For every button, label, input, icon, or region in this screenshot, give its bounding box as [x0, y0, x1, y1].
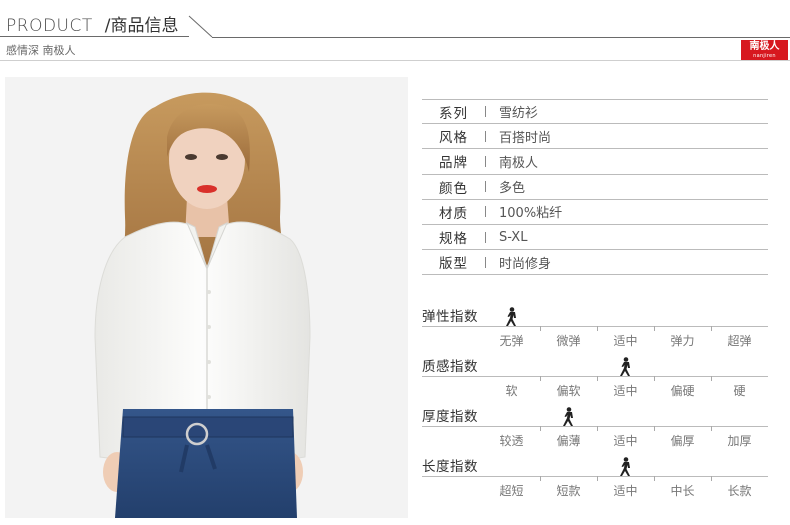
spec-separator	[485, 130, 486, 142]
index-option: 长款	[727, 484, 752, 498]
walking-figure-icon	[505, 307, 516, 326]
index-scale: 软 偏软 适中 偏硬 硬	[483, 357, 768, 400]
index-tick	[654, 426, 655, 431]
spec-row: 颜色 多色	[422, 175, 768, 200]
index-elasticity: 弹性指数 无弹 微弹 适中 弹力 超弹	[422, 305, 768, 351]
index-option: 适中	[613, 434, 638, 448]
index-title: 长度指数	[422, 459, 478, 475]
index-scale: 超短 短款 适中 中长 长款	[483, 457, 768, 500]
header-bottom-rule	[0, 60, 790, 61]
index-tick	[654, 376, 655, 381]
spec-row: 风格 百搭时尚	[422, 124, 768, 150]
index-texture: 质感指数 软 偏软 适中 偏硬 硬	[422, 355, 768, 401]
spec-separator	[485, 256, 486, 268]
index-scale: 无弹 微弹 适中 弹力 超弹	[483, 307, 768, 350]
spec-table: 系列 雪纺衫 风格 百搭时尚 品牌 南极人 颜色 多色 材质 100%粘纤 规格…	[422, 99, 768, 276]
product-photo	[5, 77, 408, 518]
spec-value: 百搭时尚	[499, 130, 552, 146]
index-tick	[711, 476, 712, 481]
index-length: 长度指数 超短 短款 适中 中长 长款	[422, 455, 768, 501]
spec-value: 时尚修身	[499, 256, 552, 272]
spec-value: 南极人	[499, 155, 539, 171]
spec-label: 颜色	[439, 180, 468, 197]
index-tick	[654, 476, 655, 481]
index-option: 偏软	[556, 384, 581, 398]
model-illustration	[94, 92, 311, 518]
index-option: 超短	[499, 484, 524, 498]
index-option: 超弹	[727, 334, 752, 348]
spec-value: S-XL	[499, 229, 528, 245]
spec-row: 品牌 南极人	[422, 149, 768, 175]
spec-separator	[485, 106, 486, 118]
index-tick	[540, 326, 541, 331]
title-chinese: /商品信息	[104, 16, 179, 36]
index-tick	[711, 326, 712, 331]
brand-logo: 南极人 nanjiren	[741, 40, 788, 60]
spec-row: 规格 S-XL	[422, 225, 768, 251]
spec-row: 材质 100%粘纤	[422, 200, 768, 225]
walking-figure-icon	[619, 457, 630, 476]
index-tick	[540, 376, 541, 381]
index-tick	[597, 476, 598, 481]
walking-figure-icon	[562, 407, 573, 426]
spec-separator	[485, 181, 486, 193]
spec-row: 版型 时尚修身	[422, 250, 768, 276]
spec-label: 规格	[439, 231, 468, 248]
index-option: 短款	[556, 484, 581, 498]
index-option: 适中	[613, 484, 638, 498]
index-option: 微弹	[556, 334, 581, 348]
index-option: 软	[505, 384, 518, 398]
index-scale: 较透 偏薄 适中 偏厚 加厚	[483, 407, 768, 450]
index-tick	[654, 326, 655, 331]
header-rule-left	[0, 36, 189, 37]
index-option: 弹力	[670, 334, 695, 348]
page-title: PRODUCT/商品信息	[6, 11, 178, 37]
index-option: 中长	[670, 484, 695, 498]
index-option: 适中	[613, 384, 638, 398]
index-tick	[597, 426, 598, 431]
index-tick	[711, 426, 712, 431]
walking-figure-icon	[619, 357, 630, 376]
index-option: 偏硬	[670, 384, 695, 398]
spec-label: 系列	[439, 105, 468, 122]
index-option: 硬	[733, 384, 746, 398]
index-thickness: 厚度指数 较透 偏薄 适中 偏厚 加厚	[422, 405, 768, 451]
spec-separator	[485, 155, 486, 167]
index-option: 无弹	[499, 334, 524, 348]
spec-row: 系列 雪纺衫	[422, 99, 768, 125]
spec-label: 品牌	[439, 155, 468, 172]
index-option: 较透	[499, 434, 524, 448]
index-option: 偏薄	[556, 434, 581, 448]
spec-separator	[485, 206, 486, 218]
spec-value: 100%粘纤	[499, 206, 563, 222]
title-english: PRODUCT	[6, 16, 93, 36]
index-tick	[540, 426, 541, 431]
index-option: 加厚	[727, 434, 752, 448]
index-option: 适中	[613, 334, 638, 348]
spec-value: 雪纺衫	[499, 106, 539, 122]
spec-separator	[485, 231, 486, 243]
index-title: 厚度指数	[422, 409, 478, 425]
spec-label: 版型	[439, 256, 468, 273]
spec-label: 风格	[439, 130, 468, 147]
header-rule-slash	[188, 15, 213, 38]
spec-label: 材质	[439, 205, 468, 222]
header-subtitle: 感情深 南极人	[6, 44, 76, 57]
index-tick	[711, 376, 712, 381]
index-option: 偏厚	[670, 434, 695, 448]
index-title: 弹性指数	[422, 309, 478, 325]
index-tick	[597, 326, 598, 331]
spec-value: 多色	[499, 181, 526, 197]
header-rule-right	[212, 37, 790, 38]
index-tick	[597, 376, 598, 381]
index-tick	[540, 476, 541, 481]
index-title: 质感指数	[422, 359, 478, 375]
